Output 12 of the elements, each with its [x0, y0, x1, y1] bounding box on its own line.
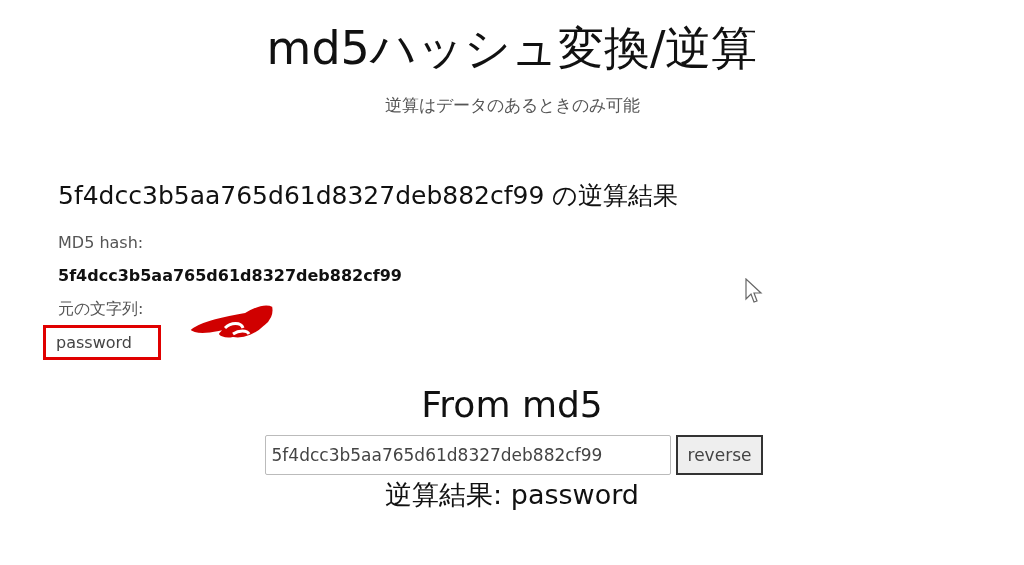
reverse-result: 逆算結果: password: [385, 478, 639, 512]
reverse-button[interactable]: reverse: [675, 435, 764, 475]
subtitle: 逆算はデータのあるときのみ可能: [384, 94, 640, 117]
hash-input[interactable]: 5f4dcc3b5aa765d61d8327deb882cf99: [264, 435, 671, 475]
section-title: From md5: [421, 384, 603, 425]
field-label: MD5 hash:: [58, 232, 144, 254]
cursor-icon: [745, 278, 763, 304]
highlighted-value: password: [43, 325, 161, 360]
page-title: md5ハッシュ変換/逆算: [265, 20, 759, 77]
field-label: 元の文字列:: [58, 298, 144, 320]
result-heading: 5f4dcc3b5aa765d61d8327deb882cf99 の逆算結果: [58, 180, 679, 212]
field-value: 5f4dcc3b5aa765d61d8327deb882cf99: [58, 265, 402, 287]
